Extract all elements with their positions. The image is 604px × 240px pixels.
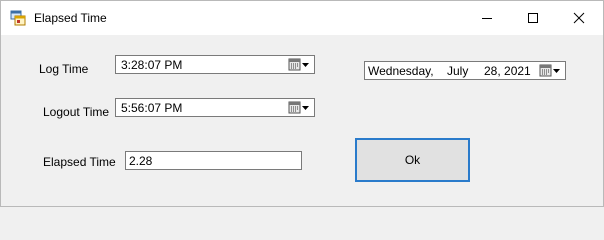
window-title: Elapsed Time — [34, 11, 107, 25]
minimize-button[interactable] — [464, 1, 510, 35]
elapsed-time-label: Elapsed Time — [43, 155, 116, 169]
calendar-dropdown-icon[interactable] — [288, 101, 310, 115]
log-time-picker[interactable]: 3:28:07 PM — [115, 55, 315, 74]
title-bar[interactable]: Elapsed Time — [1, 1, 603, 35]
date-weekday: Wednesday, — [368, 64, 434, 78]
logout-time-picker[interactable]: 5:56:07 PM — [115, 98, 315, 117]
calendar-dropdown-icon[interactable] — [288, 58, 310, 72]
log-time-label: Log Time — [39, 62, 89, 76]
elapsed-time-window: Elapsed Time Log Time 3:28:07 PM Logout … — [0, 0, 604, 207]
close-icon — [573, 12, 585, 24]
log-time-value: 3:28:07 PM — [121, 58, 183, 72]
ok-button[interactable]: Ok — [355, 138, 470, 182]
minimize-icon — [482, 18, 492, 19]
close-button[interactable] — [556, 1, 602, 35]
date-day-year: 28, 2021 — [484, 64, 531, 78]
maximize-button[interactable] — [510, 1, 556, 35]
calendar-dropdown-icon[interactable] — [539, 64, 561, 78]
ok-button-label: Ok — [404, 153, 421, 167]
app-icon — [10, 10, 26, 26]
elapsed-time-field[interactable] — [125, 151, 302, 170]
logout-time-label: Logout Time — [43, 105, 110, 119]
date-month: July — [447, 64, 469, 78]
elapsed-time-input[interactable] — [126, 152, 301, 169]
maximize-icon — [528, 13, 538, 23]
date-picker[interactable]: Wednesday, July 28, 2021 — [364, 61, 566, 80]
logout-time-value: 5:56:07 PM — [121, 101, 183, 115]
